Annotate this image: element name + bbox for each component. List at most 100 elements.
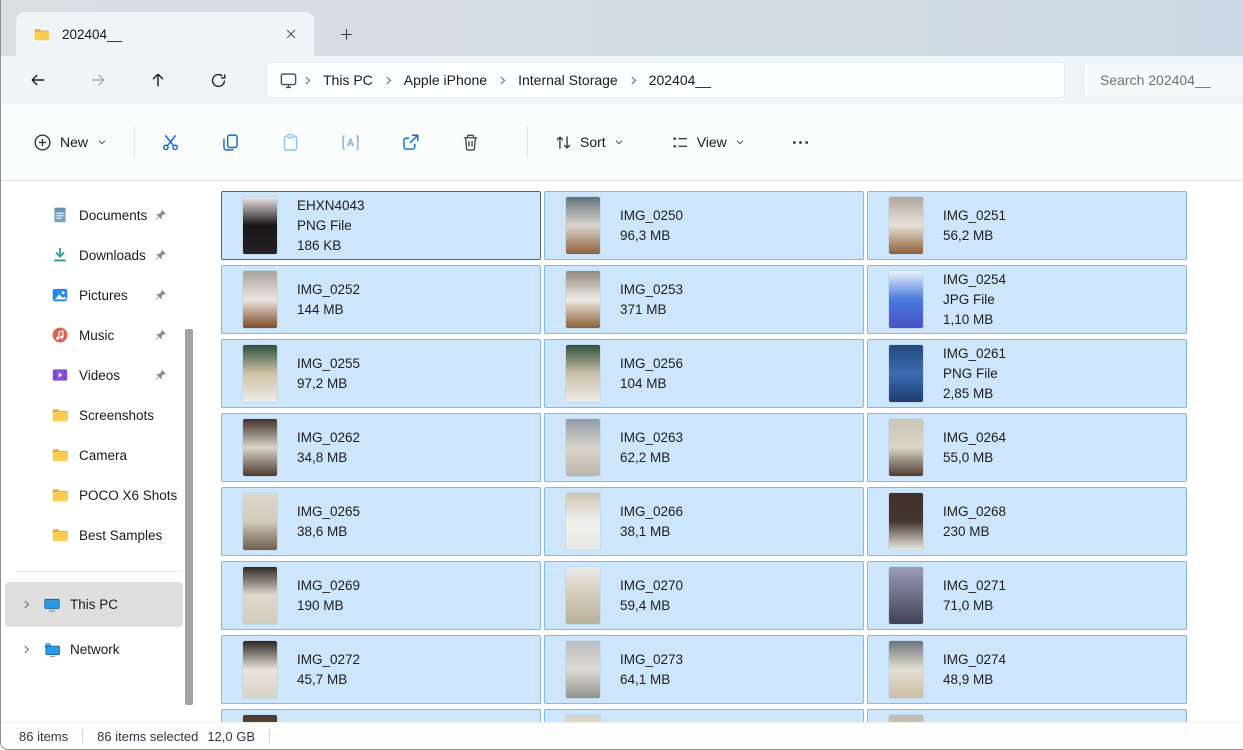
file-thumbnail <box>243 567 277 624</box>
file-tile-img-0255[interactable]: IMG_025597,2 MB <box>221 339 541 408</box>
file-meta: IMG_0269190 MB <box>297 576 360 616</box>
new-button-label: New <box>60 134 88 150</box>
file-tile-img-0273[interactable]: IMG_027364,1 MB <box>544 635 864 704</box>
file-tile-img-0274[interactable]: IMG_027448,9 MB <box>867 635 1187 704</box>
breadcrumb-item-internal-storage[interactable]: Internal Storage <box>512 72 624 88</box>
file-thumbnail <box>243 419 277 476</box>
paste-button[interactable] <box>271 123 309 161</box>
see-more-button[interactable] <box>782 123 820 161</box>
copy-button[interactable] <box>211 123 249 161</box>
file-meta: IMG_0256104 MB <box>620 354 683 394</box>
file-tile-img-0251[interactable]: IMG_025156,2 MB <box>867 191 1187 260</box>
file-tile-img-0272[interactable]: IMG_027245,7 MB <box>221 635 541 704</box>
file-tile-img-0264[interactable]: IMG_026455,0 MB <box>867 413 1187 482</box>
file-name: IMG_0268 <box>943 502 1006 522</box>
file-thumbnail <box>243 345 277 402</box>
file-tile-img-0263[interactable]: IMG_026362,2 MB <box>544 413 864 482</box>
sidebar-item-network[interactable]: Network <box>5 627 183 672</box>
file-tile[interactable] <box>867 709 1187 722</box>
sidebar-scrollbar-thumb[interactable] <box>185 329 193 705</box>
sidebar-item-label: Videos <box>79 368 120 383</box>
file-tile[interactable] <box>544 709 864 722</box>
chevron-right-icon <box>628 75 639 86</box>
file-tile-img-0254[interactable]: IMG_0254JPG File1,10 MB <box>867 265 1187 334</box>
file-meta: IMG_027364,1 MB <box>620 650 683 690</box>
file-meta: IMG_0252144 MB <box>297 280 360 320</box>
sidebar-item-music[interactable]: Music <box>5 315 183 355</box>
new-button[interactable]: New <box>23 125 118 160</box>
file-tile-img-0271[interactable]: IMG_027171,0 MB <box>867 561 1187 630</box>
file-meta: IMG_026538,6 MB <box>297 502 360 542</box>
folder-icon <box>51 486 69 504</box>
sort-button[interactable]: Sort <box>544 125 635 160</box>
refresh-button[interactable] <box>199 62 237 98</box>
sidebar-item-downloads[interactable]: Downloads <box>5 235 183 275</box>
tab-close-button[interactable] <box>278 21 304 47</box>
status-divider <box>269 729 270 744</box>
file-tile-img-0250[interactable]: IMG_025096,3 MB <box>544 191 864 260</box>
view-button-label: View <box>697 134 727 150</box>
file-size: 371 MB <box>620 300 683 320</box>
refresh-icon <box>210 72 227 89</box>
file-size: 1,10 MB <box>943 310 1006 330</box>
forward-button[interactable] <box>79 62 117 98</box>
rename-button[interactable] <box>331 123 369 161</box>
folder-icon <box>51 526 69 544</box>
file-size: 38,1 MB <box>620 522 683 542</box>
file-thumbnail <box>889 715 923 722</box>
file-thumbnail <box>243 715 277 722</box>
file-name: IMG_0254 <box>943 270 1006 290</box>
file-tile-img-0268[interactable]: IMG_0268230 MB <box>867 487 1187 556</box>
sidebar-item-camera[interactable]: Camera <box>5 435 183 475</box>
sidebar-item-videos[interactable]: Videos <box>5 355 183 395</box>
file-tile-img-0270[interactable]: IMG_027059,4 MB <box>544 561 864 630</box>
close-icon <box>284 27 298 41</box>
file-tile-img-0265[interactable]: IMG_026538,6 MB <box>221 487 541 556</box>
breadcrumb-item-apple-iphone[interactable]: Apple iPhone <box>398 72 493 88</box>
file-tile-ehxn4043[interactable]: EHXN4043PNG File186 KB <box>221 191 541 260</box>
file-size: 38,6 MB <box>297 522 360 542</box>
file-name: IMG_0250 <box>620 206 683 226</box>
sidebar-item-this-pc[interactable]: This PC <box>5 582 183 627</box>
file-thumbnail <box>566 641 600 698</box>
file-meta: EHXN4043PNG File186 KB <box>297 196 365 256</box>
documents-icon <box>51 206 69 224</box>
breadcrumb-item-this-pc[interactable]: This PC <box>317 72 379 88</box>
file-name: IMG_0255 <box>297 354 360 374</box>
up-button[interactable] <box>139 62 177 98</box>
file-tile[interactable] <box>221 709 541 722</box>
cut-button[interactable] <box>151 123 189 161</box>
file-tile-img-0252[interactable]: IMG_0252144 MB <box>221 265 541 334</box>
view-button[interactable]: View <box>661 125 756 160</box>
file-tile-img-0262[interactable]: IMG_026234,8 MB <box>221 413 541 482</box>
view-icon <box>671 133 690 152</box>
chevron-right-icon <box>383 75 394 86</box>
tree-list: This PCNetwork <box>1 582 197 672</box>
sidebar-item-poco-x6-shots[interactable]: POCO X6 Shots <box>5 475 183 515</box>
tab-202404[interactable]: 202404__ <box>16 12 314 56</box>
file-type: PNG File <box>943 364 1006 384</box>
monitor-icon[interactable] <box>279 71 298 90</box>
back-button[interactable] <box>19 62 57 98</box>
file-size: 45,7 MB <box>297 670 360 690</box>
file-meta: IMG_026638,1 MB <box>620 502 683 542</box>
file-meta: IMG_026234,8 MB <box>297 428 360 468</box>
file-name: IMG_0265 <box>297 502 360 522</box>
toolbar: New <box>1 104 1243 181</box>
file-tile-img-0253[interactable]: IMG_0253371 MB <box>544 265 864 334</box>
file-tile-img-0261[interactable]: IMG_0261PNG File2,85 MB <box>867 339 1187 408</box>
sidebar-item-documents[interactable]: Documents <box>5 195 183 235</box>
sidebar-item-label: Downloads <box>79 248 146 263</box>
sidebar-item-best-samples[interactable]: Best Samples <box>5 515 183 555</box>
file-name: IMG_0263 <box>620 428 683 448</box>
delete-button[interactable] <box>451 123 489 161</box>
sidebar-item-pictures[interactable]: Pictures <box>5 275 183 315</box>
new-tab-button[interactable] <box>331 19 361 49</box>
sidebar-item-screenshots[interactable]: Screenshots <box>5 395 183 435</box>
share-button[interactable] <box>391 123 429 161</box>
file-tile-img-0256[interactable]: IMG_0256104 MB <box>544 339 864 408</box>
file-tile-img-0269[interactable]: IMG_0269190 MB <box>221 561 541 630</box>
breadcrumb-item-202404[interactable]: 202404__ <box>643 72 717 88</box>
file-tile-img-0266[interactable]: IMG_026638,1 MB <box>544 487 864 556</box>
search-input[interactable] <box>1083 62 1243 98</box>
